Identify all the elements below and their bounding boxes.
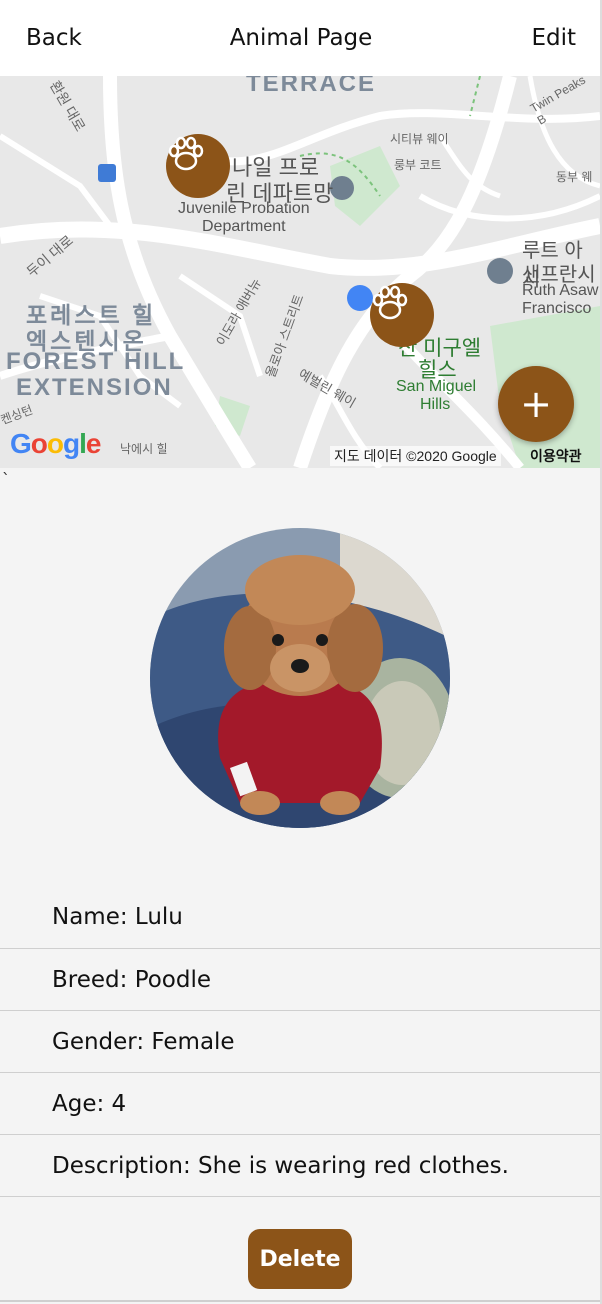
animal-photo: [150, 528, 450, 828]
animal-age: Age: 4: [52, 1090, 127, 1117]
list-item-gender: Gender: Female: [0, 1011, 600, 1073]
animal-marker[interactable]: [370, 283, 434, 347]
page-title: Animal Page: [229, 25, 373, 51]
map-label: Juvenile Probation: [178, 200, 310, 217]
list-item-description: Description: She is wearing red clothes.: [0, 1135, 600, 1197]
delete-button[interactable]: Delete: [248, 1229, 352, 1289]
top-nav-bar: Back Animal Page Edit: [0, 0, 602, 76]
animal-marker[interactable]: [166, 134, 230, 198]
animal-breed: Breed: Poodle: [52, 966, 212, 993]
edit-button[interactable]: Edit: [531, 25, 576, 51]
animal-gender: Gender: Female: [52, 1028, 235, 1055]
map-label: Francisco: [522, 300, 592, 317]
map-label: EXTENSION: [16, 374, 173, 401]
map-label: TERRACE: [246, 76, 377, 97]
map-label: Hills: [420, 396, 451, 413]
add-animal-button[interactable]: +: [498, 366, 574, 442]
map-label: FOREST HILL: [6, 348, 186, 375]
map-label: San Miguel: [396, 378, 477, 395]
map-label: Department: [202, 218, 286, 235]
map-label: 룽부 코트: [394, 158, 442, 172]
list-item-breed: Breed: Poodle: [0, 949, 600, 1011]
google-logo: Google: [10, 428, 101, 459]
map-label: Ruth Asaw: [522, 282, 599, 299]
map-label: 시티뷰 웨이: [390, 132, 449, 146]
map-view[interactable]: TERRACE 나일 프로 린 데파트망 Juvenile Probation …: [0, 76, 600, 468]
animal-name: Name: Lulu: [52, 904, 183, 930]
paw-icon: [168, 136, 204, 171]
map-terms-link[interactable]: 이용약관: [530, 446, 582, 466]
map-data-credit: 지도 데이터 ©2020 Google: [330, 446, 501, 466]
list-item-name: Name: Lulu: [0, 886, 600, 949]
animal-description: Description: She is wearing red clothes.: [52, 1152, 509, 1179]
paw-icon: [372, 285, 408, 320]
list-item-age: Age: 4: [0, 1073, 600, 1135]
map-label: 동부 웨: [556, 170, 593, 184]
stray-character: `: [2, 470, 10, 489]
animal-info-list: Name: Lulu Breed: Poodle Gender: Female …: [0, 886, 600, 1197]
back-button[interactable]: Back: [26, 25, 82, 51]
map-label: 낙에시 힐: [120, 442, 168, 456]
divider: [0, 1300, 600, 1302]
poodle-photo: [150, 528, 450, 828]
